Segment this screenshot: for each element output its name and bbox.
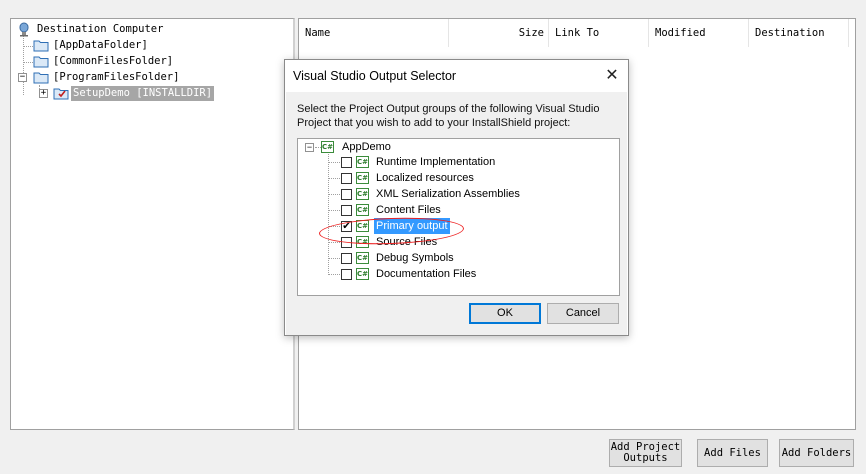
tree-item-label: SetupDemo [INSTALLDIR]: [71, 86, 215, 101]
add-files-button[interactable]: Add Files: [697, 439, 768, 467]
csharp-icon: C#: [356, 204, 369, 216]
dialog-body: Select the Project Output groups of the …: [286, 92, 627, 335]
tree-root-label: Destination Computer: [37, 23, 164, 35]
column-header-label: Name: [305, 27, 331, 39]
tree-connector: [23, 62, 33, 63]
output-label-text: Content Files: [376, 204, 441, 216]
collapse-toggle[interactable]: −: [18, 73, 27, 82]
output-groups-tree[interactable]: − C# AppDemo C# Runtime Implementation C…: [297, 138, 620, 296]
checkbox[interactable]: [341, 269, 352, 280]
close-icon[interactable]: ✕: [602, 66, 622, 86]
csharp-icon: C#: [356, 188, 369, 200]
add-folders-button[interactable]: Add Folders: [779, 439, 854, 467]
csharp-icon: C#: [356, 172, 369, 184]
column-header-size[interactable]: Size: [449, 19, 549, 47]
column-header-label: Link To: [555, 27, 600, 39]
destination-tree-panel[interactable]: Destination Computer [AppDataFolder] [Co…: [10, 18, 295, 430]
tree-connector: [328, 274, 340, 275]
checkbox[interactable]: [341, 157, 352, 168]
computer-icon: [17, 22, 33, 37]
button-label: Add Files: [704, 446, 761, 459]
tree-connector: [328, 162, 340, 163]
tree-item-label: [AppDataFolder]: [53, 39, 148, 51]
column-header-link-to[interactable]: Link To: [549, 19, 649, 47]
output-selector-dialog: Visual Studio Output Selector ✕ Select t…: [284, 59, 629, 336]
csharp-project-icon: C#: [321, 141, 334, 153]
expand-toggle[interactable]: +: [39, 89, 48, 98]
column-header-label: Size: [518, 27, 544, 39]
tree-connector: [23, 46, 33, 47]
folder-icon: [33, 38, 49, 53]
collapse-toggle[interactable]: −: [305, 143, 314, 152]
column-header-label: Destination: [755, 27, 825, 39]
list-header: Name Size Link To Modified Destination: [299, 19, 855, 47]
column-header-modified[interactable]: Modified: [649, 19, 749, 47]
checkbox[interactable]: [341, 253, 352, 264]
ok-button[interactable]: OK: [469, 303, 541, 324]
cancel-button[interactable]: Cancel: [547, 303, 619, 324]
dialog-description: Select the Project Output groups of the …: [297, 103, 600, 129]
installdir-folder-icon: [53, 86, 69, 101]
tree-connector: [23, 35, 24, 95]
dialog-title: Visual Studio Output Selector: [293, 69, 457, 83]
output-label-text: XML Serialization Assemblies: [376, 188, 520, 200]
folder-icon: [33, 70, 49, 85]
tree-connector: [328, 154, 329, 273]
folder-icon: [33, 54, 49, 69]
button-label: Add Project Outputs: [610, 441, 681, 464]
tree-connector: [328, 210, 340, 211]
tree-item-label: [CommonFilesFolder]: [53, 55, 174, 67]
output-label-text: Debug Symbols: [376, 252, 454, 264]
column-header-label: Modified: [655, 27, 706, 39]
csharp-icon: C#: [356, 268, 369, 280]
column-header-destination[interactable]: Destination: [749, 19, 849, 47]
project-label: AppDemo: [342, 141, 391, 153]
add-project-outputs-button[interactable]: Add Project Outputs: [609, 439, 682, 467]
output-label-text: Localized resources: [376, 172, 474, 184]
checkbox[interactable]: [341, 189, 352, 200]
column-header-name[interactable]: Name: [299, 19, 449, 47]
tree-connector: [328, 178, 340, 179]
tree-connector: [328, 242, 340, 243]
csharp-icon: C#: [356, 156, 369, 168]
csharp-icon: C#: [356, 252, 369, 264]
tree-connector: [328, 194, 340, 195]
tree-item-label: [ProgramFilesFolder]: [53, 71, 180, 83]
tree-connector: [328, 258, 340, 259]
checkbox[interactable]: [341, 205, 352, 216]
checkbox[interactable]: [341, 173, 352, 184]
button-label: Add Folders: [781, 446, 852, 459]
output-label-text: Runtime Implementation: [376, 156, 496, 168]
output-label-text: Documentation Files: [376, 268, 477, 280]
